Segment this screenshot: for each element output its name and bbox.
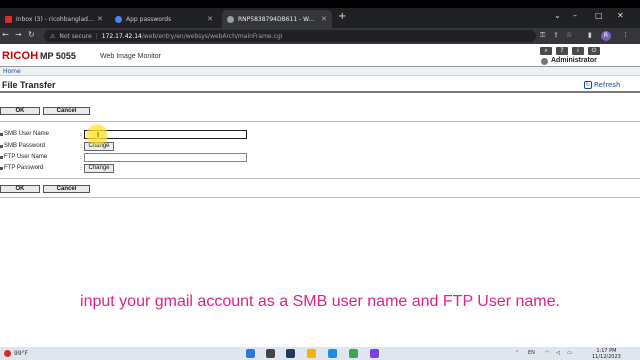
ftp-password-change-button[interactable]: Change [84,164,114,173]
page-title-bar: File Transfer ↻ Refresh [0,79,640,93]
minimize-button[interactable]: – [573,11,577,20]
ftp-password-row: FTP Password : Change [0,164,260,174]
tutorial-caption: input your gmail account as a SMB user n… [80,293,560,310]
bullet-icon [0,156,3,159]
back-icon[interactable]: ← [2,30,9,39]
help-icon[interactable]: ? [556,47,568,55]
tab-search-icon[interactable]: ⌄ [554,11,561,20]
tab-web-image-monitor[interactable]: RNP5838794DB611 - Web Image ✕ [222,10,332,28]
ricoh-logo: RICOH [2,50,39,62]
field-label: FTP Password [4,165,44,171]
bookmark-star-icon[interactable]: ☆ [566,31,572,39]
smb-user-name-input[interactable] [84,130,247,139]
start-icon[interactable] [246,349,255,358]
bullet-icon [0,167,3,170]
gmail-icon [5,15,12,23]
browser-toolbar: ← → ↻ ⚠ Not secure | 172.17.42.14 /web/e… [0,28,640,44]
colon: : [80,165,83,172]
edge-icon[interactable] [328,349,337,358]
user-icon [541,58,548,65]
globe-icon [227,15,234,23]
tray-chevron-icon[interactable]: ⌃ [515,350,519,356]
screen: Inbox (3) - ricohbangladesh@gm ✕ App pas… [0,0,640,360]
forward-icon[interactable]: → [15,30,22,39]
url-host: 172.17.42.14 [101,32,142,40]
product-name: Web Image Monitor [100,53,161,60]
smb-password-row: SMB Password : Change [0,142,260,152]
refresh-link[interactable]: ↻ Refresh [584,81,620,89]
chrome-icon[interactable] [349,349,358,358]
language-icon[interactable]: EN [528,350,535,356]
browser-tab-strip: Inbox (3) - ricohbangladesh@gm ✕ App pas… [0,8,640,28]
breadcrumb-home-link[interactable]: Home [3,68,21,75]
refresh-label: Refresh [594,81,621,89]
wifi-icon[interactable]: ◠ [545,350,549,356]
profile-avatar[interactable]: R [601,31,611,41]
volume-icon[interactable]: ◁ [556,350,560,356]
info-icon[interactable]: i [572,47,584,55]
close-icon[interactable]: ✕ [207,15,213,23]
colon: : [80,131,83,138]
user-name: Administrator [551,57,597,64]
tab-title: Inbox (3) - ricohbangladesh@gm [16,15,94,23]
breadcrumb: Home [0,67,640,76]
field-label: FTP User Name [4,154,48,160]
google-icon [115,15,122,23]
clock[interactable]: 1:17 PM 11/12/2023 [592,348,621,360]
header-icons: ⌕ ? i ⏻ [540,47,600,55]
more-menu-icon[interactable]: ⋮ [622,31,629,39]
maximize-button[interactable]: □ [595,11,603,20]
tab-app-passwords[interactable]: App passwords ✕ [110,10,218,28]
task-view-icon[interactable] [286,349,295,358]
close-icon[interactable]: ✕ [97,15,103,23]
ok-button-bottom[interactable]: OK [0,185,40,193]
reload-icon[interactable]: ↻ [28,30,35,39]
smb-user-name-row: SMB User Name : [0,130,260,140]
not-secure-icon[interactable]: ⚠ [50,33,55,40]
search-icon[interactable]: ⌕ [540,47,552,55]
weather-icon [4,350,11,357]
url-path: /web/entry/en/websys/webArch/mainFrame.c… [141,32,283,40]
app-icon[interactable] [370,349,379,358]
divider [0,197,640,198]
divider [0,178,640,179]
text-cursor-icon: I [97,131,100,139]
ftp-user-name-row: FTP User Name : [0,153,260,163]
colon: : [80,154,83,161]
bullet-icon [0,145,3,148]
logout-icon[interactable]: ⏻ [588,47,600,55]
file-explorer-icon[interactable] [307,349,316,358]
model-name: MP 5055 [40,51,76,61]
page-title: File Transfer [2,80,56,90]
divider [0,121,640,122]
clock-date: 11/12/2023 [592,354,621,360]
bullet-icon [0,133,3,136]
battery-icon[interactable]: ▭ [567,350,572,356]
tab-title: App passwords [126,15,172,23]
cancel-button-top[interactable]: Cancel [43,107,90,115]
refresh-icon: ↻ [584,81,592,89]
new-tab-button[interactable]: + [338,11,346,22]
key-icon[interactable]: ⚿ [540,31,545,40]
tab-gmail-inbox[interactable]: Inbox (3) - ricohbangladesh@gm ✕ [0,10,108,28]
address-bar[interactable]: ⚠ Not secure | 172.17.42.14 /web/entry/e… [44,30,536,42]
share-icon[interactable]: ⇪ [553,31,559,39]
cancel-button-bottom[interactable]: Cancel [43,185,90,193]
weather-widget[interactable]: 99°F [4,350,28,357]
close-window-button[interactable]: ✕ [617,11,624,20]
tab-title: RNP5838794DB611 - Web Image [238,15,316,23]
field-label: SMB Password [4,143,46,149]
search-icon[interactable] [266,349,275,358]
security-label[interactable]: Not secure [59,33,91,40]
ok-button-top[interactable]: OK [0,107,40,115]
taskbar: 99°F ⌃ EN ◠ ◁ ▭ 1:17 PM 11/12/2023 [0,347,640,360]
side-panel-icon[interactable]: ▮ [588,31,592,39]
close-icon[interactable]: ✕ [321,15,327,23]
field-label: SMB User Name [4,131,50,137]
weather-temp: 99°F [14,350,29,357]
colon: : [80,143,83,150]
ftp-user-name-input[interactable] [84,153,247,162]
ricoh-header: RICOH MP 5055 Web Image Monitor ⌕ ? i ⏻ … [0,44,640,67]
url-separator: | [95,32,98,40]
